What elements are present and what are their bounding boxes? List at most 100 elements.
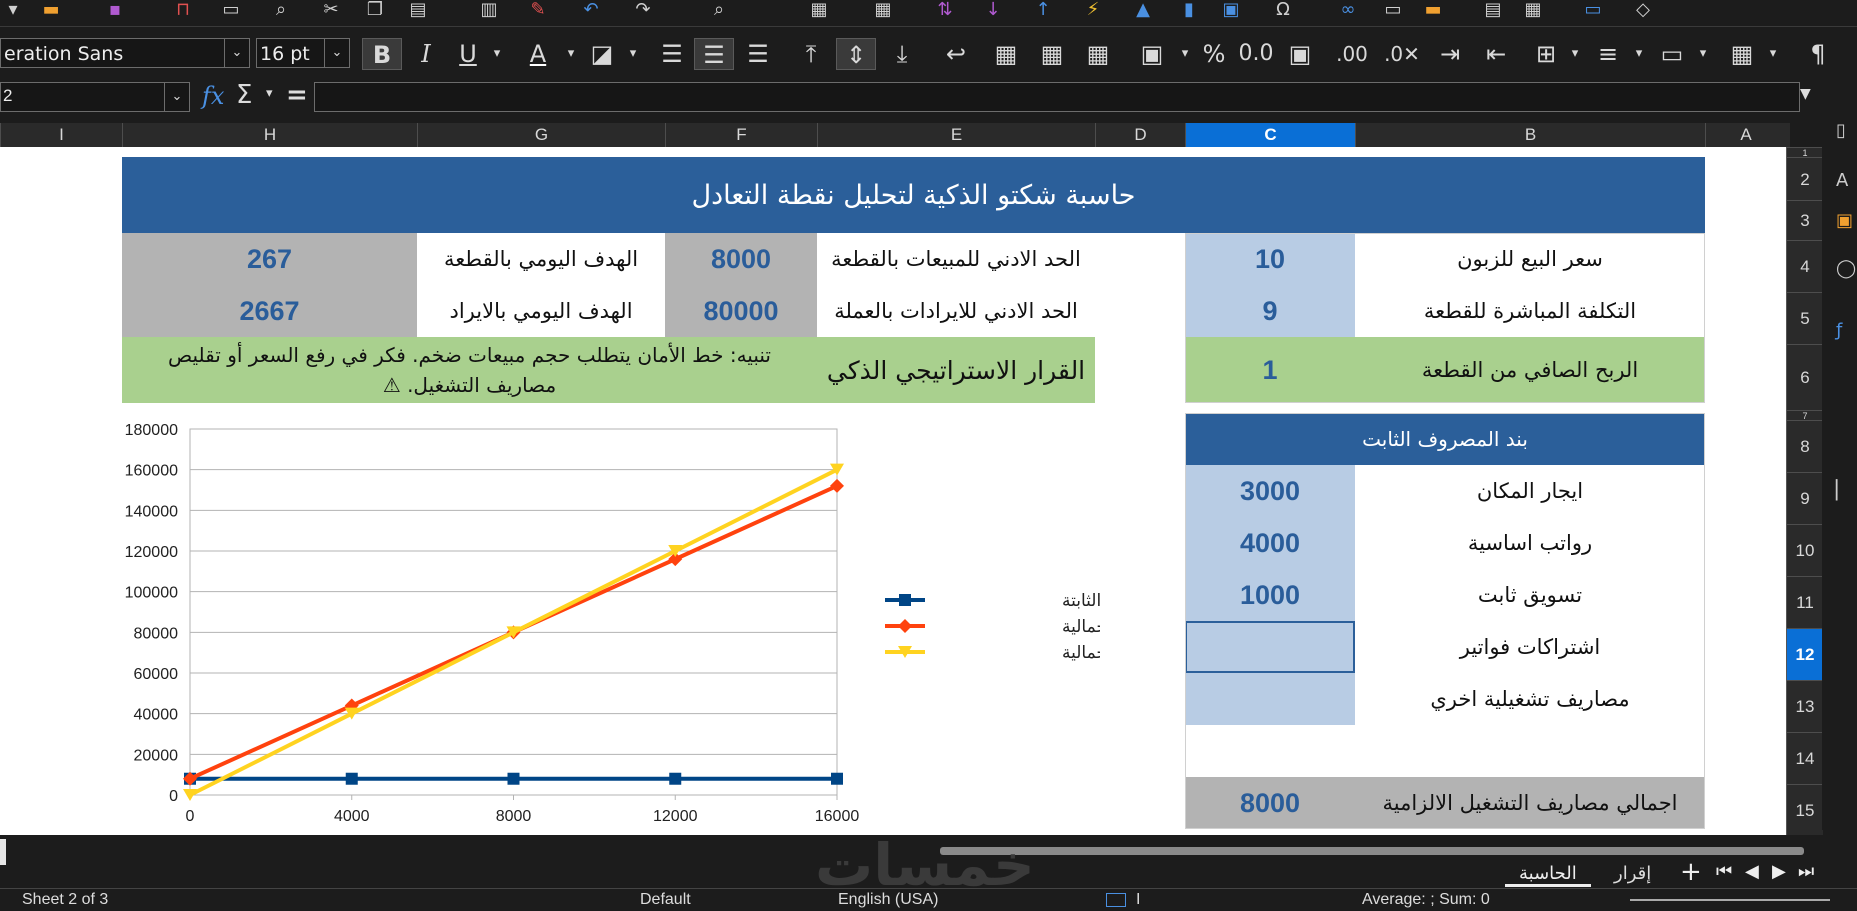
next-sheet-icon[interactable]: ▶ (1772, 861, 1786, 882)
scroll-handle[interactable] (0, 839, 6, 865)
delete-decimal-icon[interactable]: .0✕ (1380, 38, 1424, 70)
copy-icon[interactable]: ❐ (362, 0, 388, 20)
clear-formatting-icon[interactable]: ✎ (525, 0, 551, 20)
sum-icon[interactable]: Σ (236, 80, 252, 110)
row-header[interactable]: 9 (1787, 472, 1823, 524)
row-header[interactable]: 5 (1787, 292, 1823, 344)
border-style-icon[interactable]: ≡ (1590, 38, 1626, 70)
clone-formatting-icon[interactable]: ▥ (476, 0, 502, 20)
functions-icon[interactable]: ƒ (1836, 320, 1842, 341)
sum-dropdown-icon[interactable]: ▾ (266, 86, 273, 101)
column-header[interactable]: H (122, 123, 417, 147)
column-header[interactable]: I (0, 123, 122, 147)
dropdown-arrow-icon[interactable]: ▾ (0, 0, 26, 20)
insert-chart-icon[interactable]: ▮ (1176, 0, 1202, 20)
chevron-down-icon[interactable]: ⌄ (164, 83, 189, 111)
pivot-table-icon[interactable]: ▣ (1218, 0, 1244, 20)
row-header[interactable]: 2 (1787, 157, 1823, 200)
formatting-marks-icon[interactable]: ¶ (1800, 38, 1836, 70)
column-icon[interactable]: ▦ (870, 0, 896, 20)
column-header[interactable]: E (817, 123, 1095, 147)
highlight-dropdown-icon[interactable]: ▾ (624, 38, 642, 70)
fixed-cost-value[interactable]: 1000 (1185, 569, 1355, 621)
bold-button[interactable]: B (362, 38, 402, 70)
row-header[interactable]: 1 (1787, 147, 1823, 158)
add-decimal-icon[interactable]: .00 (1330, 38, 1374, 70)
highlight-color-icon[interactable]: ◪ (580, 38, 624, 70)
special-character-icon[interactable]: Ω (1270, 0, 1296, 20)
save-icon[interactable]: ▪ (102, 0, 128, 20)
borders-dropdown-icon[interactable]: ▾ (1566, 38, 1584, 70)
font-name-box[interactable]: eration Sans ⌄ (0, 38, 250, 68)
align-right-icon[interactable]: ☰ (740, 38, 776, 70)
currency-dropdown-icon[interactable]: ▾ (1176, 38, 1194, 70)
currency-format-icon[interactable]: ▣ (1130, 38, 1174, 70)
export-pdf-icon[interactable]: ⊓ (170, 0, 196, 20)
font-size-box[interactable]: 16 pt ⌄ (256, 38, 350, 68)
row-icon[interactable]: ▦ (806, 0, 832, 20)
autofilter-icon[interactable]: ⚡ (1080, 0, 1106, 20)
align-middle-icon[interactable]: ⇕ (836, 38, 876, 70)
row-header[interactable]: 12 (1787, 628, 1823, 680)
row-header[interactable]: 4 (1787, 240, 1823, 292)
row-header[interactable]: 11 (1787, 576, 1823, 628)
navigator-icon[interactable]: ◯ (1836, 258, 1856, 279)
formula-icon[interactable]: = (286, 80, 308, 110)
redo-icon[interactable]: ↷ (630, 0, 656, 20)
sort-ascending-icon[interactable]: ↑ (1030, 0, 1056, 20)
conditional-dropdown-icon[interactable]: ▾ (1764, 38, 1782, 70)
row-header[interactable]: 14 (1787, 732, 1823, 784)
open-folder-icon[interactable]: ▬ (38, 0, 64, 20)
italic-button[interactable]: I (408, 38, 444, 70)
hyperlink-icon[interactable]: ∞ (1335, 0, 1361, 20)
sheet-tab[interactable]: إقرار (1614, 863, 1651, 884)
find-replace-icon[interactable]: ⌕ (706, 0, 732, 20)
fixed-total-value[interactable]: 8000 (1185, 777, 1355, 829)
sort-descending-icon[interactable]: ↓ (980, 0, 1006, 20)
sidebar-collapse-icon[interactable]: ▏ (1836, 480, 1850, 501)
row-header[interactable]: 15 (1787, 784, 1823, 836)
unmerge-cells-icon[interactable]: ▦ (1080, 38, 1116, 70)
define-print-area-icon[interactable]: ▤ (1480, 0, 1506, 20)
underline-button[interactable]: U (450, 38, 486, 70)
chevron-down-icon[interactable]: ⌄ (324, 39, 349, 67)
font-color-icon[interactable]: A (516, 38, 560, 70)
sort-icon[interactable]: ⇅ (932, 0, 958, 20)
row-header[interactable]: 8 (1787, 420, 1823, 472)
print-icon[interactable]: ▭ (218, 0, 244, 20)
column-header[interactable]: C (1185, 123, 1355, 147)
row-header[interactable]: 10 (1787, 524, 1823, 576)
first-sheet-icon[interactable]: ⏮ (1716, 861, 1732, 882)
add-sheet-icon[interactable]: + (1680, 857, 1702, 887)
freeze-rows-icon[interactable]: ▦ (1520, 0, 1546, 20)
align-bottom-icon[interactable]: ⤓ (884, 38, 920, 70)
comment-icon[interactable]: ▭ (1380, 0, 1406, 20)
row-header[interactable]: 6 (1787, 344, 1823, 410)
language[interactable]: English (USA) (838, 891, 938, 909)
selection-mode-icon[interactable] (1106, 893, 1126, 907)
conditional-format-icon[interactable]: ▦ (1720, 38, 1764, 70)
show-draw-functions-icon[interactable]: ◇ (1630, 0, 1656, 20)
decrease-indent-icon[interactable]: ⇤ (1478, 38, 1514, 70)
chevron-down-icon[interactable]: ⌄ (224, 39, 249, 67)
horizontal-scrollbar[interactable] (940, 847, 1804, 855)
name-box[interactable]: 2 ⌄ (0, 82, 190, 112)
border-style-dropdown-icon[interactable]: ▾ (1630, 38, 1648, 70)
fixed-cost-value[interactable] (1185, 673, 1355, 725)
border-color-dropdown-icon[interactable]: ▾ (1694, 38, 1712, 70)
column-header[interactable]: B (1355, 123, 1705, 147)
row-header[interactable]: 7 (1787, 410, 1823, 421)
selected-cell[interactable] (1185, 621, 1355, 673)
direct-cost-value[interactable]: 9 (1185, 285, 1355, 337)
column-header[interactable]: G (417, 123, 665, 147)
breakeven-chart[interactable]: 0200004000060000800001000001200001400001… (0, 147, 1100, 835)
percent-format-button[interactable]: % (1196, 38, 1232, 70)
page-style[interactable]: Default (640, 891, 691, 909)
fixed-cost-value[interactable]: 3000 (1185, 465, 1355, 517)
cut-icon[interactable]: ✂ (318, 0, 344, 20)
split-window-icon[interactable]: ▭ (1580, 0, 1606, 20)
zoom-slider[interactable] (1630, 899, 1830, 901)
increase-indent-icon[interactable]: ⇥ (1432, 38, 1468, 70)
price-value[interactable]: 10 (1185, 233, 1355, 285)
column-header[interactable]: D (1095, 123, 1185, 147)
